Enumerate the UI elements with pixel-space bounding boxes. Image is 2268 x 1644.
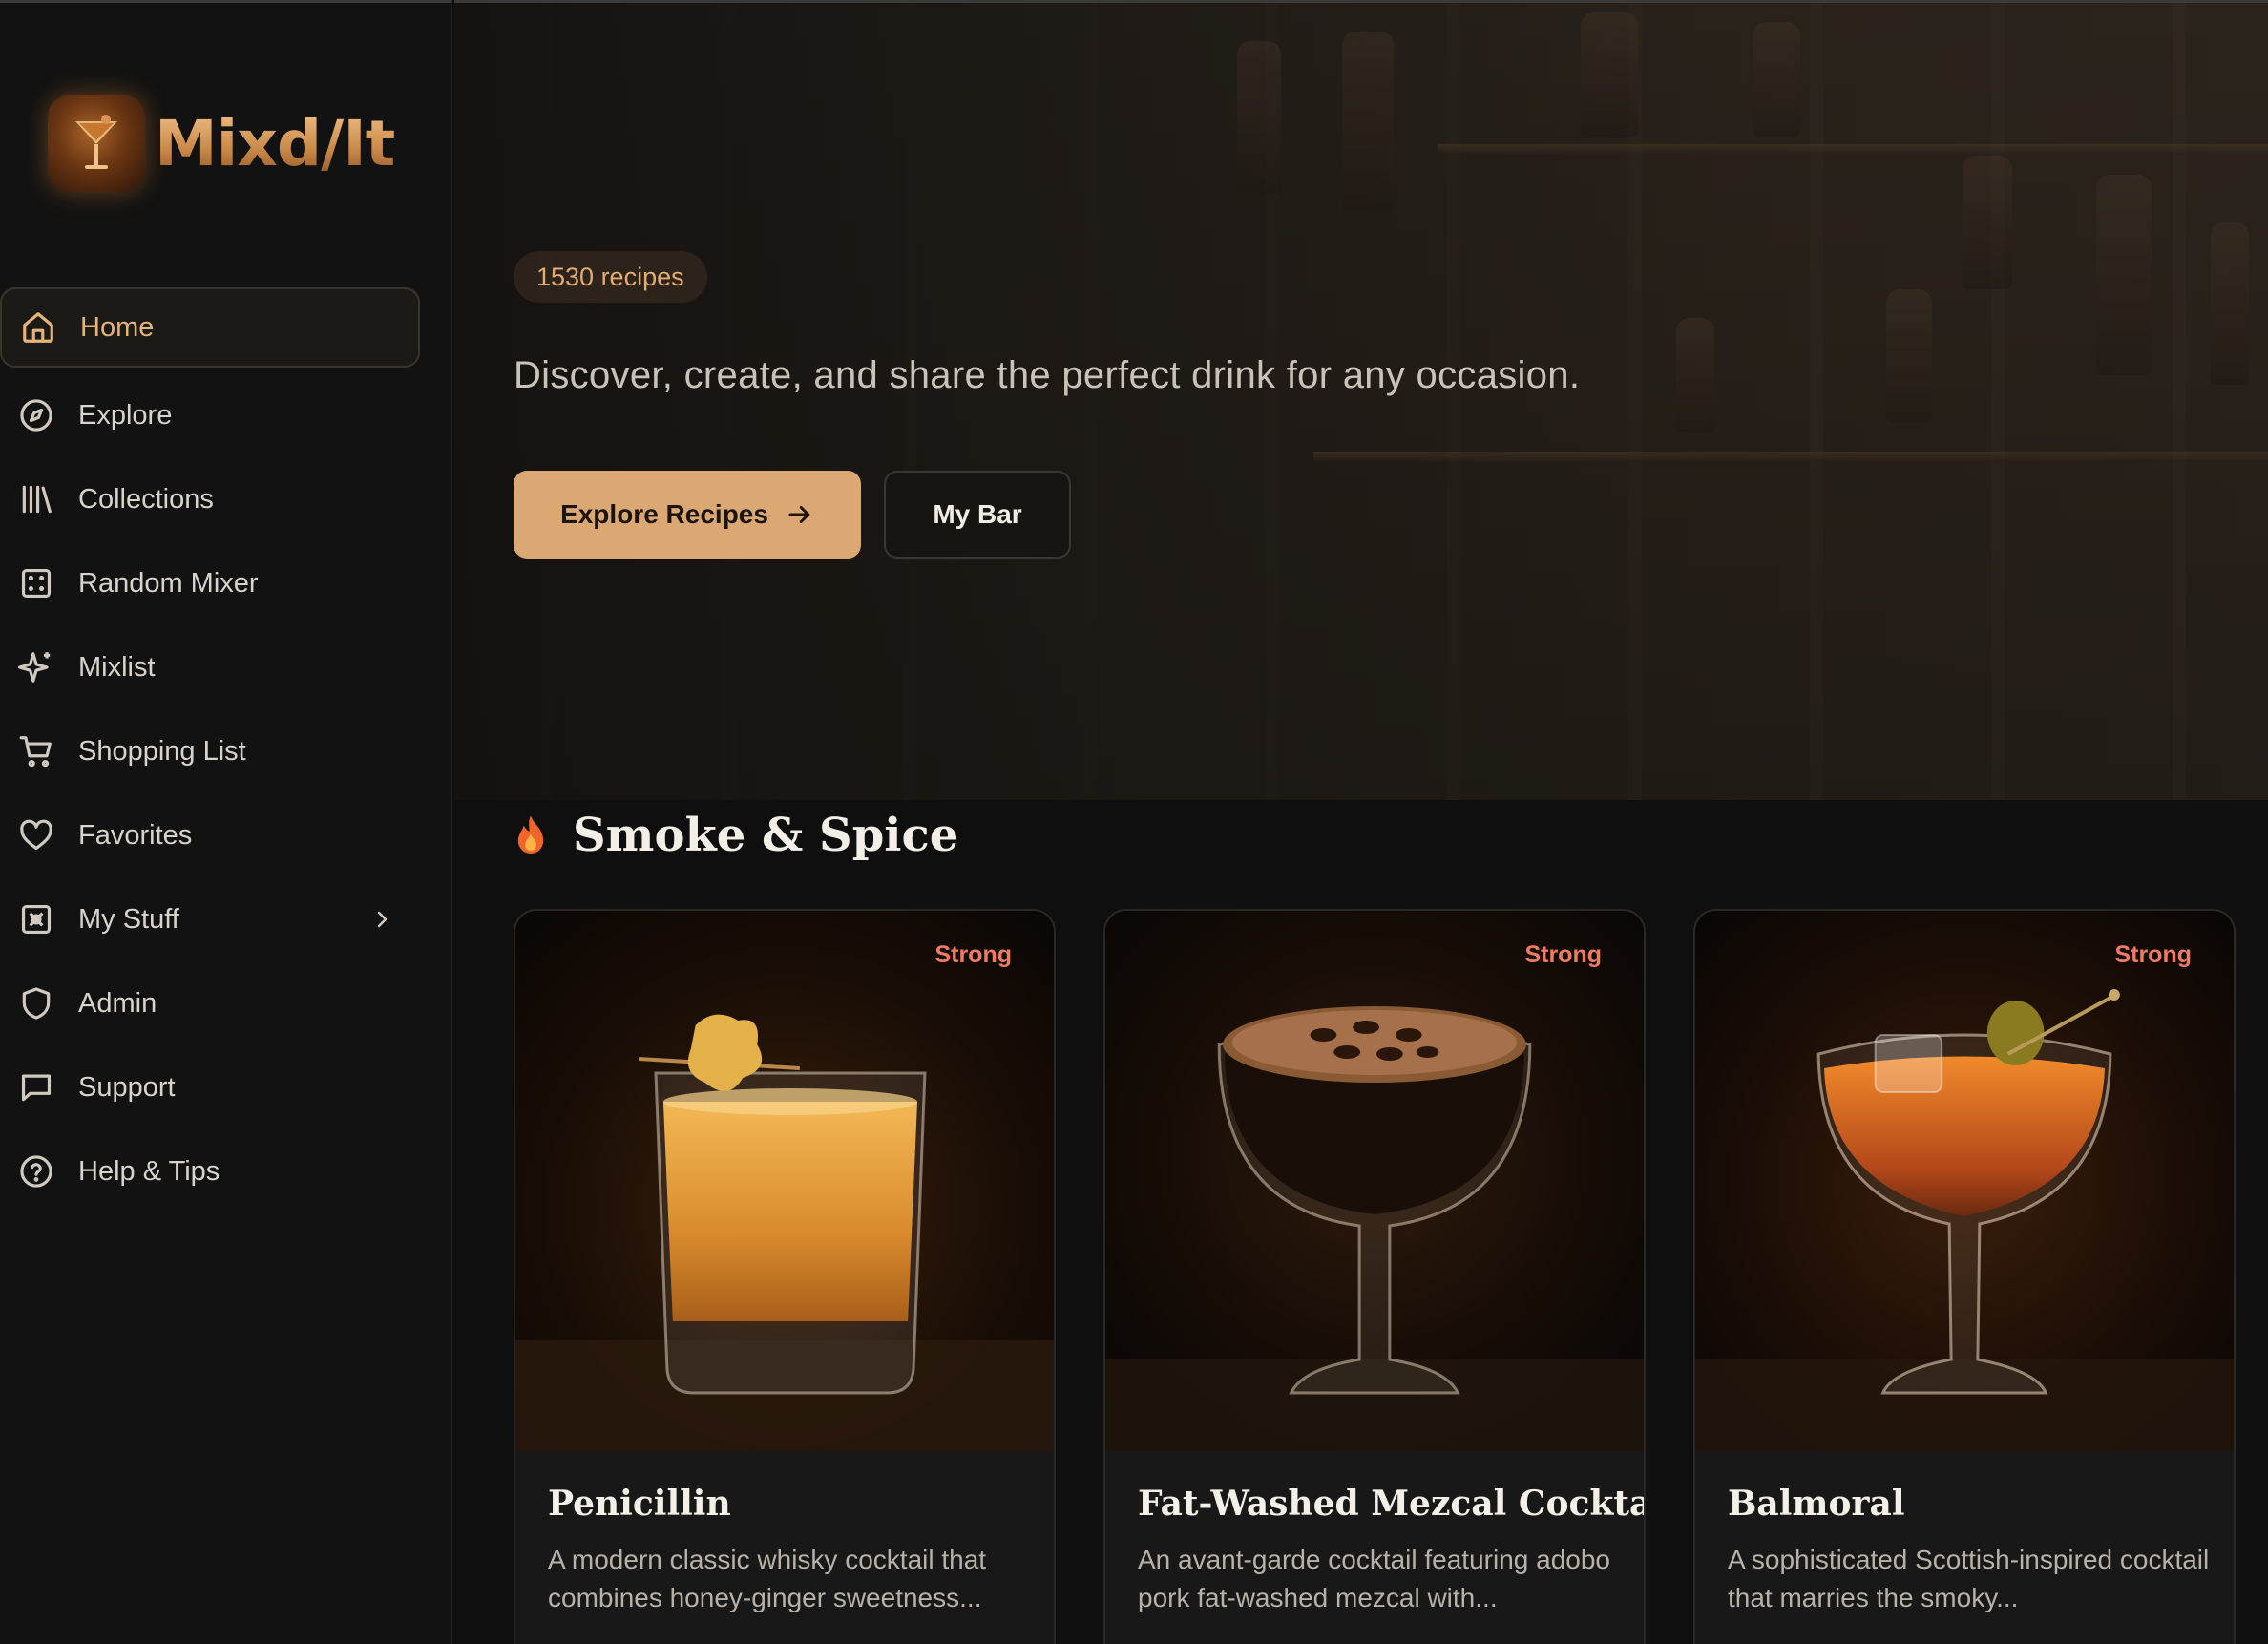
sidebar: Mixd/It Home Explore Collections Random … [0,0,452,1644]
hero-tagline: Discover, create, and share the perfect … [514,354,1581,396]
sidebar-item-help-tips[interactable]: Help & Tips [0,1129,452,1213]
hero-shelf [1438,144,2268,154]
explore-recipes-button[interactable]: Explore Recipes [514,471,861,559]
flame-icon [517,815,544,854]
recipe-count-badge: 1530 recipes [514,251,707,303]
sparkles-icon [17,648,55,686]
brand-logo[interactable]: Mixd/It [48,95,395,192]
sidebar-item-label: Help & Tips [78,1155,220,1187]
help-circle-icon [17,1152,55,1191]
sidebar-item-label: Home [80,311,155,343]
heart-icon [17,816,55,854]
sidebar-item-admin[interactable]: Admin [0,961,452,1045]
sidebar-item-label: Random Mixer [78,567,259,599]
cocktail-glass-icon [48,95,145,192]
hero-bottle [1753,22,1800,137]
library-icon [17,480,55,518]
recipe-card[interactable]: Strong Balmoral A sophisticated Scottish… [1693,909,2236,1644]
sidebar-item-shopping-list[interactable]: Shopping List [0,709,452,793]
recipe-title: Penicillin [548,1484,731,1524]
sidebar-item-mixlist[interactable]: Mixlist [0,625,452,709]
sidebar-nav: Home Explore Collections Random Mixer Mi… [0,285,452,1213]
recipe-image: Strong [515,911,1054,1451]
hero-bottle [1342,32,1394,213]
hero-bottle [1963,156,2012,289]
sidebar-item-random-mixer[interactable]: Random Mixer [0,541,452,625]
hero-bottle [1886,289,1932,423]
chat-icon [17,1068,55,1107]
sidebar-item-explore[interactable]: Explore [0,373,452,457]
recipe-description: An avant-garde cocktail featuring adobo … [1138,1545,1610,1612]
app-root: Mixd/It Home Explore Collections Random … [0,0,2268,1644]
main-content: 1530 recipes Discover, create, and share… [454,0,2268,1644]
recipe-description: A modern classic whisky cocktail that co… [548,1545,987,1612]
sidebar-item-label: Shopping List [78,735,246,767]
sidebar-item-home[interactable]: Home [0,287,420,368]
sidebar-item-label: Collections [78,483,214,515]
strength-badge: Strong [1524,941,1602,968]
hero-bottle [1676,318,1714,432]
box-icon [17,900,55,938]
compass-icon [17,396,55,434]
sidebar-item-label: Mixlist [78,651,156,683]
section-header: Smoke & Spice [514,800,958,871]
section-title: Smoke & Spice [573,809,959,862]
recipe-image: Strong [1105,911,1644,1451]
arrow-right-icon [788,506,810,523]
brand-name: Mixd/It [155,106,395,180]
strength-badge: Strong [2114,941,2192,968]
sidebar-item-favorites[interactable]: Favorites [0,793,452,877]
sidebar-item-label: Admin [78,987,158,1019]
sidebar-item-support[interactable]: Support [0,1045,452,1129]
recipe-title: Balmoral [1728,1484,1905,1524]
strength-badge: Strong [934,941,1012,968]
hero-bottle [2211,222,2249,385]
hero-bottle [2096,175,2152,375]
explore-recipes-label: Explore Recipes [560,499,768,529]
chevron-right-icon[interactable] [370,908,393,931]
sidebar-item-label: Explore [78,399,173,431]
home-icon [19,308,57,347]
sidebar-item-label: Favorites [78,819,193,851]
hero-shelf [1313,452,2268,461]
my-bar-button[interactable]: My Bar [884,471,1071,559]
dice-icon [17,564,55,602]
recipe-image: Strong [1695,911,2234,1451]
recipe-card[interactable]: Strong Fat-Washed Mezcal Cocktail An ava… [1103,909,1646,1644]
recipe-card-list: Strong Penicillin A modern classic whisk… [514,909,2251,1644]
recipe-description: A sophisticated Scottish-inspired cockta… [1728,1545,2210,1612]
hero-bottle [1581,12,1638,137]
recipe-card[interactable]: Strong Penicillin A modern classic whisk… [514,909,1056,1644]
sidebar-item-collections[interactable]: Collections [0,457,452,541]
cart-icon [17,732,55,770]
sidebar-item-label: My Stuff [78,903,179,935]
hero-banner: 1530 recipes Discover, create, and share… [454,0,2268,800]
my-bar-label: My Bar [933,499,1022,529]
shield-icon [17,984,55,1022]
hero-bottle [1237,41,1281,194]
sidebar-item-my-stuff[interactable]: My Stuff [0,877,452,961]
sidebar-item-label: Support [78,1071,176,1103]
recipe-title: Fat-Washed Mezcal Cocktail [1138,1484,1646,1524]
